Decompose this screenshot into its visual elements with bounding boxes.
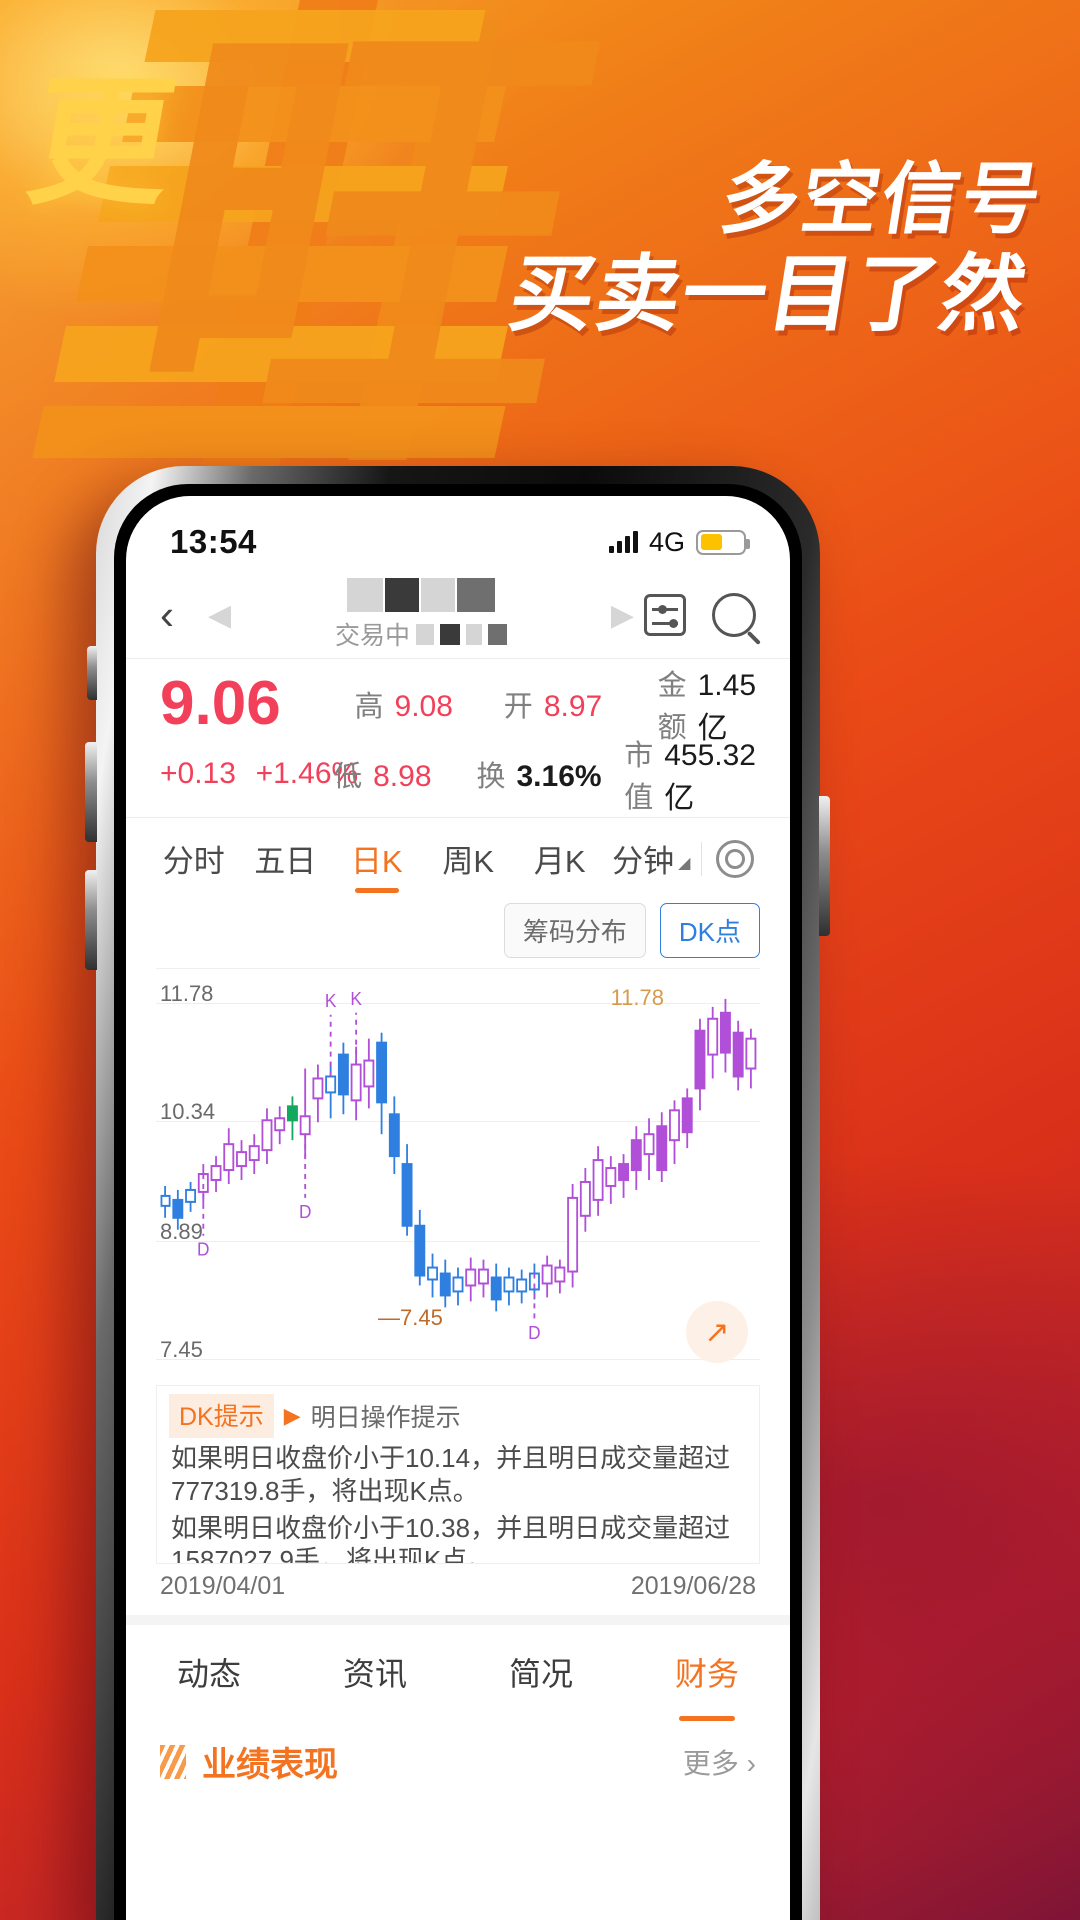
quote-panel: 9.06 高 9.08 开 8.97 金额 1.45亿 +0.13 +1.46% — [126, 658, 790, 817]
back-button[interactable]: ‹ — [160, 594, 208, 636]
section-marker-icon — [160, 1744, 186, 1779]
tab-minute-label: 分钟 — [612, 844, 675, 879]
market-status-label: 交易中 — [334, 622, 410, 650]
market-cap-cell: 市值 455.32亿 — [624, 732, 756, 817]
svg-text:D: D — [299, 1201, 311, 1222]
low-label: 低 — [333, 761, 363, 793]
tab-day-k[interactable]: 日K — [331, 818, 423, 899]
status-bar-indicators: 4G — [608, 526, 750, 558]
high-value: 9.08 — [394, 690, 453, 723]
prev-stock-button[interactable]: ◀ — [208, 598, 231, 633]
tab-jiankuang[interactable]: 简况 — [458, 1649, 624, 1695]
navigation-bar: ‹ ◀ 交易中 ▶ — [126, 572, 790, 658]
sliders-icon[interactable] — [644, 594, 686, 636]
dk-tips-header: DK提示 ▶ 明日操作提示 — [157, 1386, 759, 1440]
dk-tips-subtitle: 明日操作提示 — [310, 1404, 461, 1432]
open-value: 8.97 — [543, 690, 603, 723]
open-label: 开 — [503, 691, 533, 723]
low-cell: 低 8.98 — [333, 753, 476, 795]
tab-minute[interactable]: 分钟 ◢ — [606, 818, 698, 899]
dk-tips-panel[interactable]: DK提示 ▶ 明日操作提示 如果明日收盘价小于10.14，并且明日成交量超过77… — [156, 1386, 760, 1564]
performance-section-header: 业绩表现 更多 › — [126, 1719, 790, 1786]
phone-volume-down-button — [85, 870, 97, 970]
svg-text:K: K — [325, 990, 337, 1011]
stock-status-row: 交易中 — [335, 616, 507, 652]
section-title: 业绩表现 — [202, 1746, 338, 1784]
turnover-value: 3.16% — [516, 760, 602, 793]
poster-headline: 多空信号 买卖一目了然 — [503, 155, 1049, 343]
svg-text:D: D — [197, 1239, 209, 1260]
tab-week-k-label: 周K — [442, 844, 495, 879]
chart-period-tabs: 分时 五日 日K 周K 月K 分钟 ◢ — [126, 817, 790, 899]
tab-dongtai[interactable]: 动态 — [126, 1649, 292, 1695]
phone-mute-switch — [87, 646, 97, 700]
tab-month-k-label: 月K — [533, 844, 586, 879]
date-range-start: 2019/04/01 — [160, 1572, 286, 1600]
svg-text:K: K — [350, 988, 362, 1009]
headline-line-2: 买卖一目了然 — [503, 244, 1035, 343]
tab-wuri-label: 五日 — [254, 844, 317, 879]
tab-caiwu[interactable]: 财务 — [624, 1649, 790, 1695]
phone-mockup: 13:54 4G ‹ ◀ 交易中 ▶ 9.06 高 9.08 开 8.97 金额… — [85, 466, 830, 1920]
battery-icon — [696, 529, 750, 555]
candlestick-series: D D K K D — [160, 988, 757, 1344]
tab-zixun[interactable]: 资讯 — [292, 1649, 458, 1695]
high-label: 高 — [354, 691, 384, 723]
dk-tips-line-1: 如果明日收盘价小于10.14，并且明日成交量超过777319.8手，将出现K点。 — [171, 1443, 731, 1506]
tabs-divider — [701, 841, 702, 876]
phone-volume-up-button — [85, 742, 97, 842]
status-bar-network: 4G — [648, 526, 685, 557]
quote-row-secondary: +0.13 +1.46% 低 8.98 换 3.16% 市值 455.32亿 — [160, 739, 756, 815]
signal-bars-icon — [608, 531, 638, 553]
price-change: +0.13 — [160, 757, 236, 790]
turnover-cell: 换 3.16% — [476, 753, 624, 795]
phone-power-button — [819, 796, 830, 936]
phone-screen: 13:54 4G ‹ ◀ 交易中 ▶ 9.06 高 9.08 开 8.97 金额… — [126, 496, 790, 1920]
bottom-tab-bar: 动态 资讯 简况 财务 — [126, 1615, 790, 1719]
gear-icon[interactable] — [716, 839, 754, 878]
chip-dk-point[interactable]: DK点 — [659, 903, 760, 958]
status-bar-time: 13:54 — [170, 523, 257, 560]
market-cap-value: 455.32亿 — [664, 738, 756, 815]
tab-fenshi-label: 分时 — [162, 844, 225, 879]
chevron-down-icon: ◢ — [678, 854, 691, 872]
navigation-actions — [644, 593, 756, 637]
chart-overlay-chips: 筹码分布 DK点 — [126, 899, 790, 968]
chip-chouma-fenbu[interactable]: 筹码分布 — [503, 903, 646, 958]
headline-line-1: 多空信号 — [714, 155, 1049, 245]
chart-date-range: 2019/04/01 2019/06/28 — [126, 1564, 790, 1615]
tab-wuri[interactable]: 五日 — [240, 818, 332, 899]
turnover-label: 换 — [476, 761, 506, 793]
tab-fenshi[interactable]: 分时 — [148, 818, 240, 899]
dk-tips-line-2: 如果明日收盘价小于10.38，并且明日成交量超过1587027.9手，将出现K点… — [171, 1512, 731, 1564]
last-price: 9.06 — [160, 669, 281, 738]
phone-bezel: 13:54 4G ‹ ◀ 交易中 ▶ 9.06 高 9.08 开 8.97 金额… — [114, 484, 802, 1920]
expand-icon[interactable]: ↗ — [686, 1301, 748, 1363]
low-value: 8.98 — [373, 760, 432, 793]
stock-title-block[interactable]: 交易中 — [231, 578, 611, 652]
high-cell: 高 9.08 — [355, 683, 504, 725]
market-cap-label: 市值 — [624, 739, 654, 814]
status-bar: 13:54 4G — [126, 496, 790, 572]
date-range-end: 2019/06/28 — [630, 1572, 756, 1600]
play-icon: ▶ — [283, 1403, 301, 1428]
next-stock-button[interactable]: ▶ — [611, 598, 634, 633]
candlestick-chart[interactable]: 11.78 10.34 8.89 7.45 11.78 —7.45 D D K … — [156, 968, 760, 1386]
svg-text:D: D — [528, 1323, 540, 1344]
tab-month-k[interactable]: 月K — [514, 818, 606, 899]
open-cell: 开 8.97 — [504, 683, 658, 725]
tab-day-k-label: 日K — [350, 844, 403, 879]
section-more-link[interactable]: 更多 › — [683, 1742, 756, 1782]
tab-week-k[interactable]: 周K — [423, 818, 515, 899]
stock-name-redacted — [347, 578, 495, 612]
search-icon[interactable] — [712, 593, 756, 637]
dk-tips-tag: DK提示 — [169, 1394, 274, 1438]
